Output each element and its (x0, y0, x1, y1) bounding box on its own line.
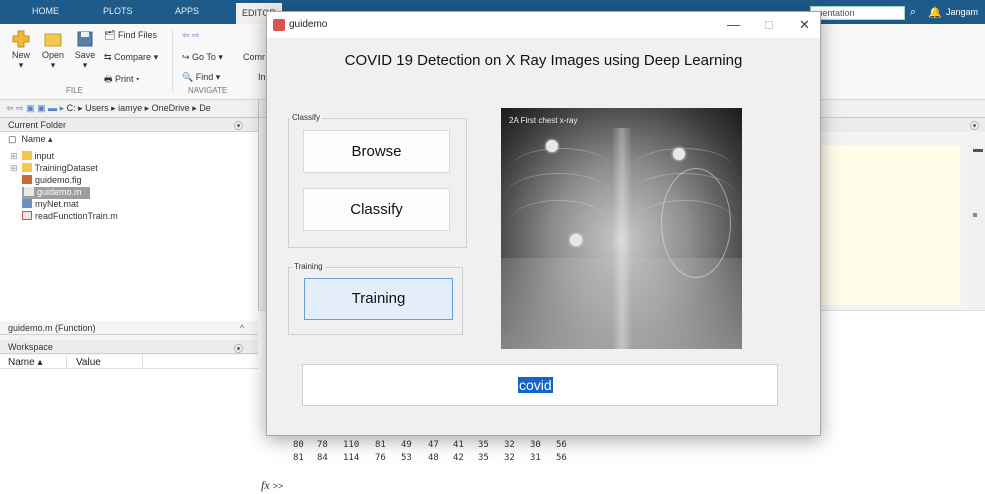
indent-button[interactable]: In (258, 72, 266, 82)
classify-panel: Classify Browse Classify (288, 113, 467, 248)
save-button[interactable]: Save ▾ (72, 30, 98, 71)
training-panel-label: Training (292, 262, 325, 271)
print-button[interactable]: 🖶 Print ▾ (104, 72, 139, 88)
m-file-icon (22, 211, 32, 220)
classify-panel-label: Classify (290, 113, 323, 122)
close-icon[interactable]: ✕ (799, 17, 810, 33)
page-title: COVID 19 Detection on X Ray Images using… (344, 52, 743, 69)
result-field[interactable]: covid (302, 364, 778, 406)
minimize-icon[interactable]: — (727, 17, 740, 32)
list-item[interactable]: myNet.mat (22, 199, 79, 211)
folder-icon (21, 151, 32, 160)
workspace-name-column[interactable]: Name ▴ (8, 357, 42, 368)
find-files-button[interactable]: 🗂 Find Files (104, 30, 157, 41)
list-item[interactable]: ⊞ input (10, 151, 54, 163)
maximize-icon: ☐ (764, 20, 774, 32)
new-plus-icon (12, 30, 30, 48)
file-group-label: FILE (66, 86, 83, 95)
workspace-header: Workspace ⦿ (0, 340, 258, 354)
editor-header: ⦿ (820, 118, 985, 132)
navigate-group-label: NAVIGATE (188, 86, 228, 95)
xray-electrode (673, 148, 685, 160)
panel-menu-icon[interactable]: ⦿ (970, 119, 979, 132)
m-file-icon (24, 187, 34, 196)
documentation-search-input[interactable]: mentation (810, 6, 905, 20)
guidemo-window: guidemo — ☐ ✕ COVID 19 Detection on X Ra… (266, 11, 821, 436)
training-button[interactable]: Training (304, 278, 453, 320)
workspace-columns: Name ▴ Value (0, 355, 258, 369)
browse-button[interactable]: Browse (303, 130, 450, 173)
notification-bell-icon[interactable]: 🔔 (928, 6, 942, 19)
nav-arrows-icon[interactable]: ⇦ ⇨ ▣ ▣ ▬ ▸ (6, 103, 67, 113)
folder-icon (21, 163, 32, 172)
classify-button[interactable]: Classify (303, 188, 450, 231)
fx-icon: fx (261, 478, 270, 492)
tab-apps[interactable]: APPS (175, 6, 199, 16)
find-button[interactable]: 🔍 Find ▾ (182, 72, 220, 83)
expand-icon: ⊞ (10, 163, 18, 173)
list-item[interactable]: readFunctionTrain.m (22, 211, 118, 223)
user-account-label[interactable]: Jangam (946, 7, 978, 17)
training-panel: Training Training (288, 262, 463, 335)
list-item[interactable]: guidemo.fig (22, 175, 82, 187)
result-text[interactable]: covid (518, 377, 553, 393)
search-icon[interactable]: ⌕ (910, 6, 916, 19)
panel-menu-icon[interactable]: ⦿ (234, 119, 243, 132)
open-button[interactable]: Open ▾ (40, 30, 66, 71)
go-to-button[interactable]: ↪ Go To ▾ (182, 52, 223, 63)
file-icon: ▢ (8, 134, 17, 144)
xray-electrode (570, 234, 582, 246)
workspace-table: Name ▴ Value (0, 355, 258, 494)
collapse-icon: ^ (240, 323, 245, 333)
tab-plots[interactable]: PLOTS (103, 6, 133, 16)
list-item[interactable]: ⊞ TrainingDataset (10, 163, 98, 175)
editor-area[interactable] (820, 145, 960, 305)
matlab-figure-icon (273, 19, 285, 31)
window-title: guidemo (289, 19, 328, 30)
open-folder-icon (44, 33, 62, 47)
panel-menu-icon[interactable]: ⦿ (234, 342, 243, 355)
editor-scrollbar[interactable] (968, 145, 985, 310)
comment-button[interactable]: Comr (243, 52, 265, 62)
current-folder-list: ⊞ input ⊞ TrainingDataset guidemo.fig guid… (0, 145, 258, 321)
xray-wire (661, 168, 731, 278)
back-forward-arrows-icon[interactable]: ⇦ ⇨ (182, 30, 200, 41)
list-item-selected[interactable]: guidemo.m (22, 187, 90, 199)
tab-home[interactable]: HOME (32, 6, 59, 16)
compare-button[interactable]: ⇆ Compare ▾ (104, 52, 158, 63)
new-button[interactable]: New ▾ (8, 30, 34, 71)
workspace-value-column[interactable]: Value (76, 357, 101, 368)
ribbon-separator (172, 30, 173, 92)
folder-column-header[interactable]: ▢ Name ▴ (0, 132, 258, 146)
save-disk-icon (77, 31, 93, 47)
current-folder-header: Current Folder ⦿ (0, 118, 258, 132)
expand-icon: ⊞ (10, 151, 18, 161)
xray-caption: 2A First chest x-ray (509, 116, 578, 125)
xray-rib (509, 200, 609, 245)
fig-file-icon (22, 175, 32, 184)
chest-xray-image: 2A First chest x-ray (501, 108, 742, 349)
xray-electrode (546, 140, 558, 152)
xray-spine-region (613, 128, 631, 349)
command-prompt[interactable]: fx >> (261, 478, 283, 493)
details-panel[interactable]: guidemo.m (Function) ^ (0, 321, 258, 335)
mat-file-icon (22, 199, 32, 208)
window-titlebar[interactable]: guidemo — ☐ ✕ (267, 12, 820, 38)
